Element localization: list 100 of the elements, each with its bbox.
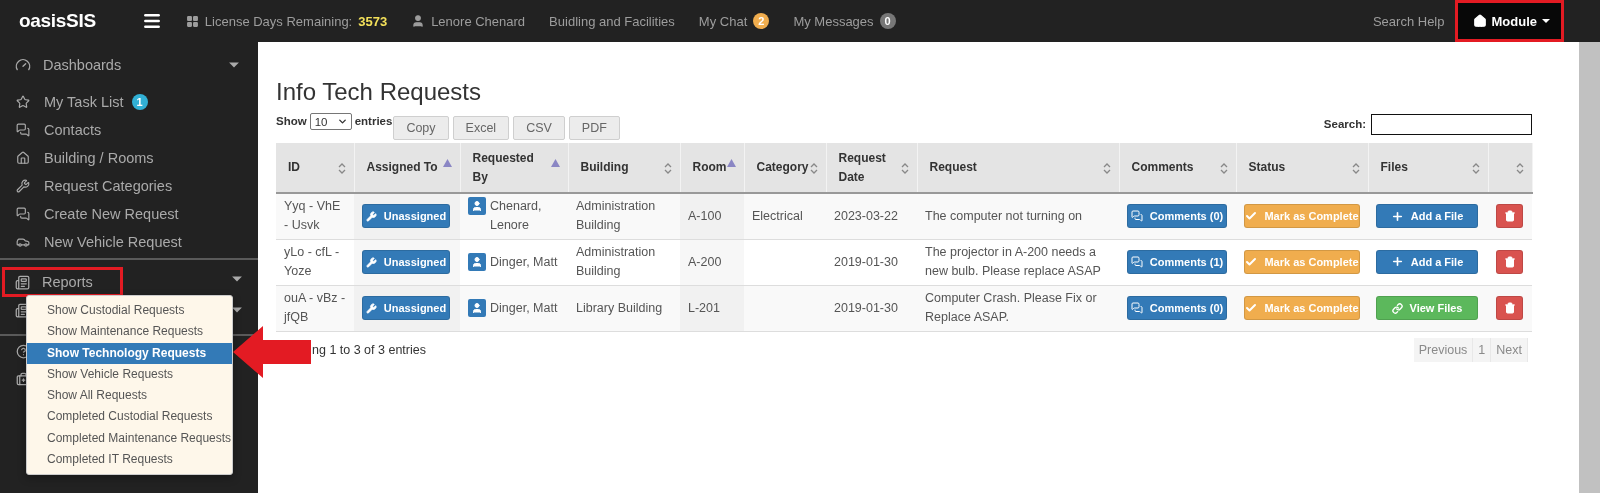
comments-icon <box>1130 210 1143 223</box>
page-title: Info Tech Requests <box>276 78 483 106</box>
sidebar-item[interactable]: Contacts <box>0 116 258 144</box>
menu-item[interactable]: Completed Custodial Requests <box>27 406 232 428</box>
wrench-icon <box>365 302 377 314</box>
search-field[interactable] <box>1371 114 1532 135</box>
link-icon <box>1391 302 1403 314</box>
sidebar-section-header[interactable]: Dashboards <box>3 42 255 88</box>
plus-icon <box>1390 255 1404 269</box>
column-header[interactable]: ID <box>276 143 354 193</box>
comments-button[interactable]: Comments (0) <box>1127 296 1227 320</box>
caret-icon <box>1542 19 1550 23</box>
table-cell: A-200 <box>688 254 722 269</box>
nav-link[interactable]: Buidling and Facilities <box>549 13 675 29</box>
wrench-icon <box>365 210 377 222</box>
user-link[interactable]: Lenore Chenard <box>411 13 526 29</box>
menu-item[interactable]: Show Custodial Requests <box>27 300 232 322</box>
table-cell: The projector in A-200 needs a new bulb. Please replace ASAP <box>925 245 1101 278</box>
menu-item[interactable]: Show Maintenance Requests <box>27 321 232 343</box>
caret-icon <box>336 116 348 127</box>
add-file-button[interactable]: Add a File <box>1376 204 1478 228</box>
sidebar-item[interactable]: Create New Request <box>0 200 258 228</box>
delete-button[interactable] <box>1496 250 1523 274</box>
menu-item[interactable]: Show All Requests <box>27 385 232 407</box>
grid-icon <box>185 14 199 28</box>
delete-button[interactable] <box>1496 204 1523 229</box>
menu-item[interactable]: Completed IT Requests <box>27 449 232 471</box>
column-header[interactable]: Room <box>680 143 744 193</box>
trash-icon <box>1503 210 1516 223</box>
user-icon <box>468 298 486 317</box>
column-header[interactable]: Requested By <box>460 143 568 193</box>
wrench-icon <box>365 256 377 268</box>
column-header[interactable]: Category <box>744 143 826 193</box>
home-icon <box>1472 14 1487 28</box>
dashboard-icon <box>15 57 31 73</box>
report-icon <box>15 274 30 290</box>
assign-button[interactable]: Unassigned <box>362 296 450 320</box>
comments-icon <box>1130 256 1143 268</box>
item-icon <box>16 151 30 165</box>
search-label: Search: <box>1323 118 1366 130</box>
menu-icon[interactable] <box>141 11 162 31</box>
item-icon <box>16 95 30 109</box>
table-cell-text: Chenard, Lenore <box>490 198 543 235</box>
column-header[interactable]: Request <box>917 143 1119 193</box>
trash-icon <box>1503 302 1516 314</box>
trash-icon <box>1503 256 1516 268</box>
comments-button[interactable]: Comments (0) <box>1127 204 1227 229</box>
delete-button[interactable] <box>1496 296 1523 320</box>
export-button[interactable]: Copy <box>393 116 449 140</box>
table-cell: Administration Building <box>576 245 656 278</box>
user-icon <box>411 14 426 28</box>
column-header[interactable]: Building <box>568 143 680 193</box>
plus-icon <box>1390 209 1404 223</box>
menu-item[interactable]: Show Vehicle Requests <box>27 363 232 386</box>
column-header[interactable]: Files <box>1368 143 1488 193</box>
table-cell: Yyq - VhE - Usvk <box>284 199 341 233</box>
page-length-select[interactable]: 10 <box>309 113 352 130</box>
entries-label: entries <box>354 115 393 127</box>
sidebar-item[interactable]: New Vehicle Request <box>0 228 258 256</box>
nav-link[interactable]: My Messages 0 <box>793 13 896 29</box>
search-help-link[interactable]: Search Help <box>1372 13 1445 29</box>
table-cell: Computer Crash. Please Fix or Replace ASAP. <box>925 291 1097 324</box>
count-badge: 2 <box>753 13 770 29</box>
export-button[interactable]: CSV <box>513 116 565 140</box>
assign-button[interactable]: Unassigned <box>362 204 450 229</box>
brand-logo[interactable]: oasisSIS <box>19 10 96 32</box>
table-cell: 2023-03-22 <box>834 208 898 223</box>
column-header[interactable]: Comments <box>1119 143 1236 193</box>
sidebar-item[interactable]: My Task List 1 <box>0 88 258 116</box>
item-icon <box>16 179 30 193</box>
item-icon <box>16 235 30 249</box>
menu-item[interactable]: Completed Maintenance Requests <box>27 427 232 450</box>
add-file-button[interactable]: Add a File <box>1376 249 1478 274</box>
module-menu-button[interactable]: Module <box>1454 0 1564 42</box>
table-cell: Electrical <box>752 208 803 223</box>
column-header[interactable] <box>1488 143 1532 193</box>
table-cell: The computer not turning on <box>925 208 1083 223</box>
check-icon <box>1245 256 1258 268</box>
menu-item[interactable]: Show Technology Requests <box>27 342 232 364</box>
sidebar-item[interactable]: Request Categories <box>0 172 258 200</box>
column-header[interactable]: Status <box>1236 143 1368 193</box>
nav-link[interactable]: My Chat 2 <box>698 13 770 29</box>
column-header[interactable]: Assigned To <box>354 143 460 193</box>
column-header[interactable]: Request Date <box>826 143 917 193</box>
show-label: Show <box>276 115 307 127</box>
export-button[interactable]: PDF <box>568 116 620 140</box>
comments-icon <box>1130 302 1143 314</box>
table-info: ng 1 to 3 of 3 entries <box>311 342 426 357</box>
table-cell: 2019-01-30 <box>834 254 898 269</box>
comments-button[interactable]: Comments (1) <box>1127 250 1227 274</box>
table-cell: L-201 <box>688 300 720 315</box>
export-button[interactable]: Excel <box>452 116 510 140</box>
table-cell: yLo - cfL - Yoze <box>284 245 340 278</box>
sidebar-item[interactable]: Building / Rooms <box>0 144 258 172</box>
sidebar-section-header[interactable]: Reports <box>3 268 122 296</box>
scrollbar[interactable] <box>1579 42 1600 493</box>
pointer-arrow-icon <box>233 326 311 378</box>
table-cell: A-100 <box>688 208 722 223</box>
license-link[interactable]: License Days Remaining: 3573 <box>185 13 388 29</box>
assign-button[interactable]: Unassigned <box>362 250 450 274</box>
